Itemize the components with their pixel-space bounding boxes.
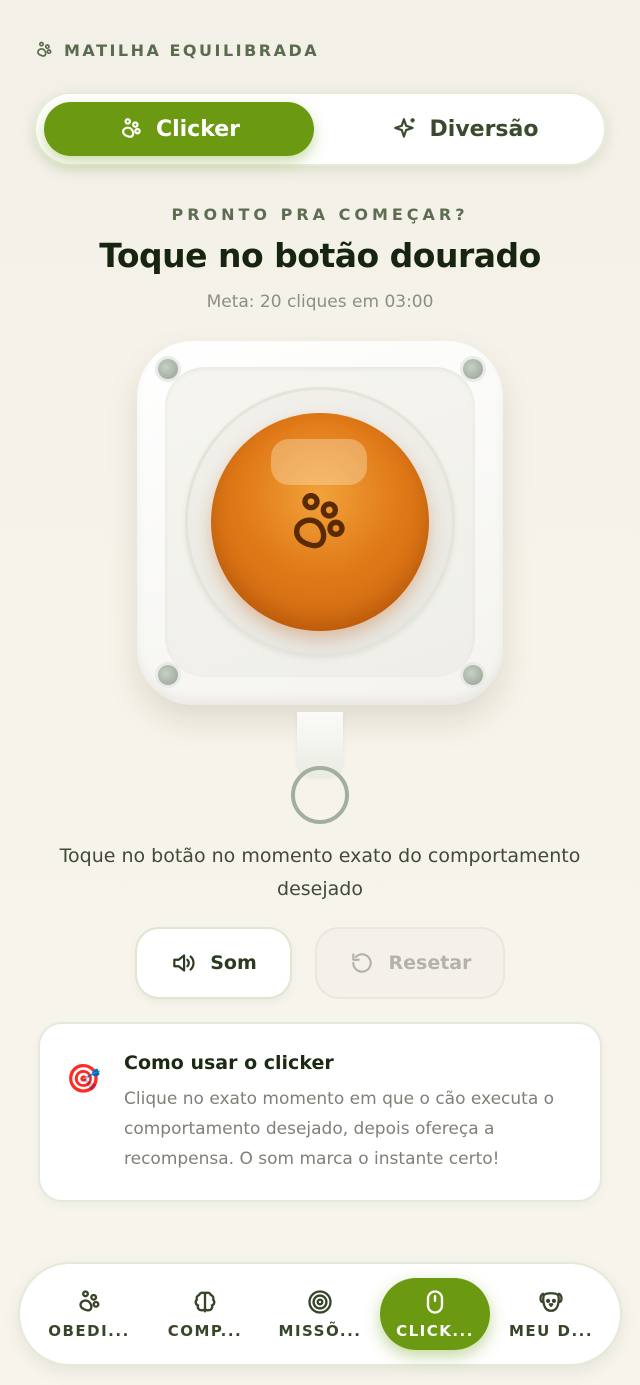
sparkles-icon: [393, 118, 415, 138]
bottom-nav: OBEDI... COMP... MISSÕ... CLICK... MEU D…: [20, 1264, 620, 1364]
how-to-text: Clique no exato momento em que o cão exe…: [124, 1089, 555, 1169]
nav-label: MEU D...: [508, 1322, 594, 1340]
nav-item-comportamento[interactable]: COMP...: [150, 1278, 260, 1350]
screw: [463, 665, 483, 685]
tab-diversao[interactable]: Diversão: [334, 102, 596, 156]
dog-icon: [539, 1292, 563, 1312]
clicker-keyring: [291, 766, 349, 824]
paw-icon: [37, 41, 52, 57]
target-icon: 🎯: [66, 1062, 101, 1095]
target-icon: [308, 1290, 332, 1314]
paw-icon: [294, 493, 345, 549]
brain-icon: [194, 1291, 216, 1313]
nav-label: CLICK...: [396, 1322, 474, 1340]
nav-label: MISSÕ...: [278, 1322, 362, 1340]
nav-item-meu-dog[interactable]: MEU D...: [496, 1278, 606, 1350]
tab-clicker-label: Clicker: [155, 116, 241, 142]
sound-button[interactable]: Som: [137, 929, 290, 997]
tab-diversao-label: Diversão: [429, 116, 539, 142]
reset-label: Resetar: [388, 952, 472, 974]
paw-icon: [79, 1290, 100, 1312]
paw-icon: [122, 118, 141, 138]
brand-title: MATILHA EQUILIBRADA: [64, 40, 320, 60]
status-headline: Toque no botão dourado: [99, 236, 541, 275]
volume-icon: [173, 954, 195, 972]
button-highlight: [271, 439, 367, 485]
mode-switcher: Clicker Diversão: [34, 92, 606, 166]
nav-item-obediencia[interactable]: OBEDI...: [34, 1278, 144, 1350]
mouse-icon: [426, 1290, 444, 1314]
clicker-face: [165, 367, 475, 677]
tab-clicker[interactable]: Clicker: [44, 102, 314, 156]
screw: [158, 665, 178, 685]
clicker-button[interactable]: [211, 413, 429, 631]
nav-item-clicker[interactable]: CLICK...: [380, 1278, 490, 1350]
status-eyebrow: PRONTO PRA COMEÇAR?: [171, 205, 469, 224]
nav-label: COMP...: [167, 1322, 243, 1340]
nav-item-missoes[interactable]: MISSÕ...: [265, 1278, 375, 1350]
screw: [158, 359, 178, 379]
how-to-card: 🎯 Como usar o clicker Clique no exato mo…: [40, 1024, 600, 1200]
screw: [463, 359, 483, 379]
nav-label: OBEDI...: [48, 1322, 130, 1340]
clicker-device: [137, 341, 503, 705]
app-brand: MATILHA EQUILIBRADA: [34, 40, 319, 60]
reset-icon: [351, 953, 372, 973]
sound-label: Som: [210, 952, 257, 974]
reset-button[interactable]: Resetar: [317, 929, 503, 997]
goal-text: Meta: 20 cliques em 03:00: [206, 292, 434, 312]
instruction-text: Toque no botão no momento exato do compo…: [59, 845, 581, 900]
how-to-title: Como usar o clicker: [124, 1052, 334, 1074]
